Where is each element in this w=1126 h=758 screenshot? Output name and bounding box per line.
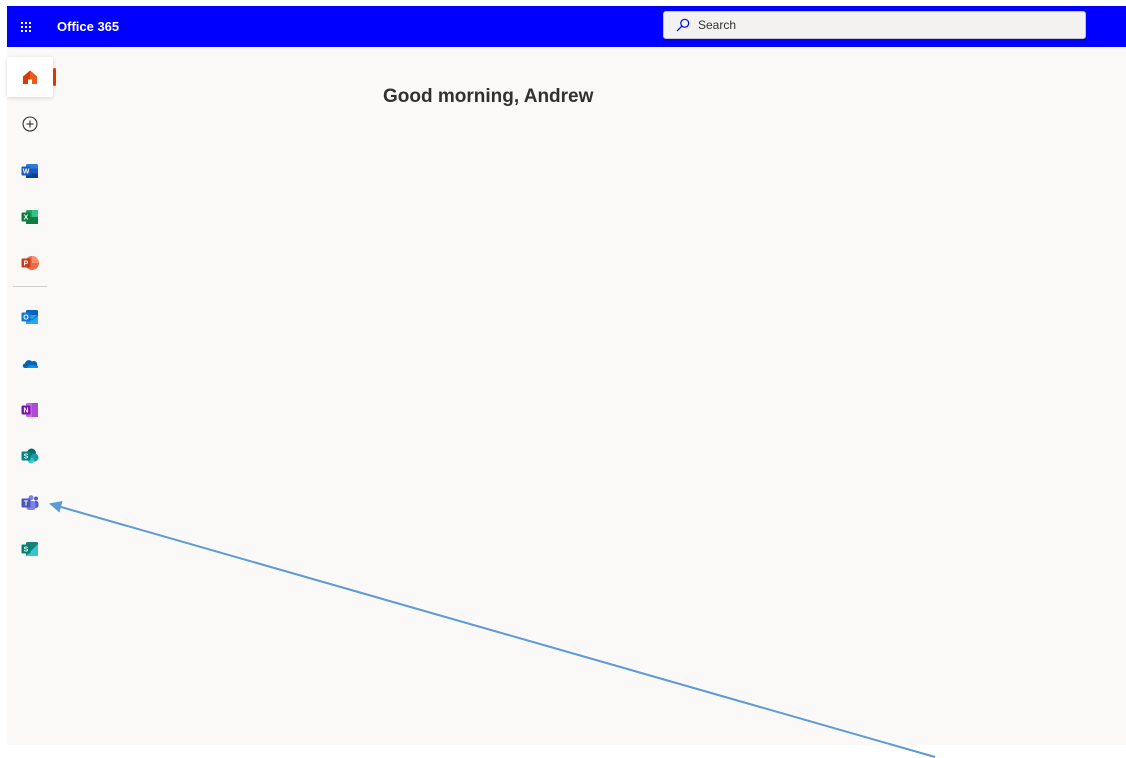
annotation-arrow [49,501,936,758]
